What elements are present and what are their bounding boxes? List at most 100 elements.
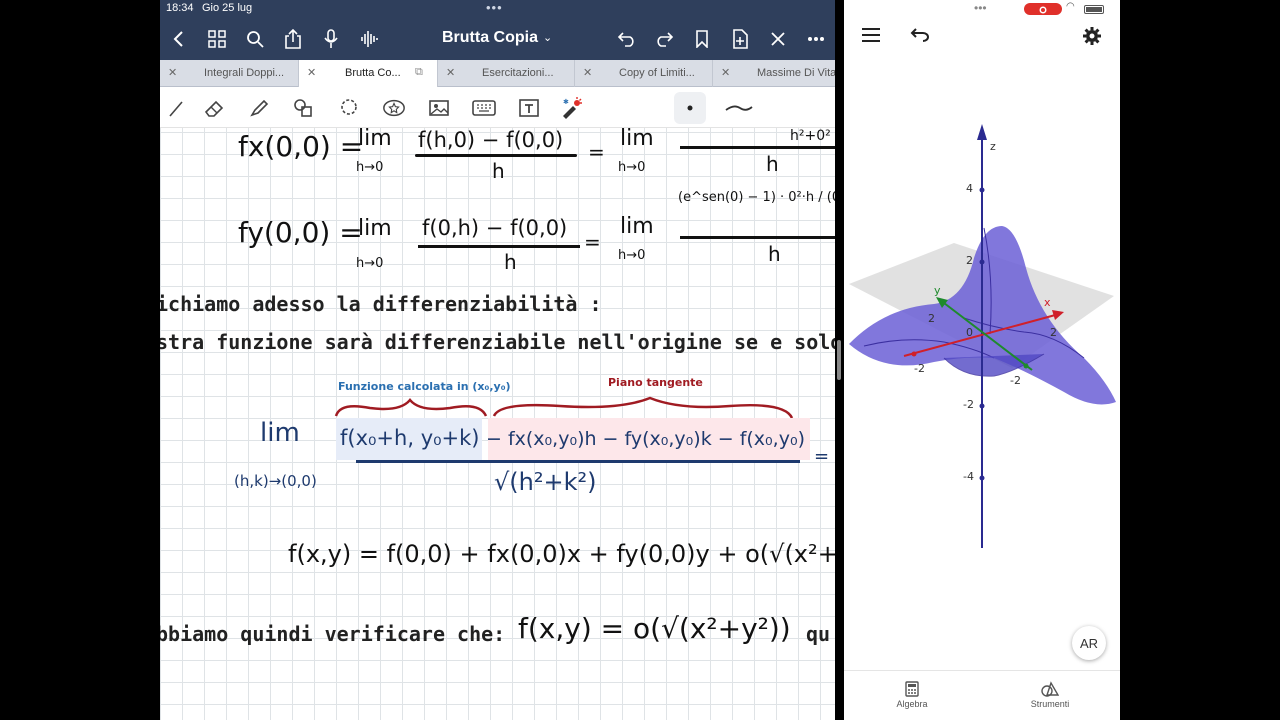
battery-icon <box>1084 5 1104 14</box>
redo-icon[interactable] <box>651 26 677 52</box>
fy-numerator: f(0,h) − f(0,0) <box>422 216 568 240</box>
x-axis-label: x <box>1044 296 1051 309</box>
document-title[interactable]: Brutta Copia <box>442 29 538 47</box>
tab-algebra[interactable]: Algebra <box>862 681 962 709</box>
geogebra-toolbar <box>844 18 1120 58</box>
keyboard-icon[interactable] <box>472 96 496 120</box>
ipad-screen: 18:34 Gio 25 lug ••• Brutta Copia ⌄ ✕ In… <box>160 0 1120 720</box>
fy-lhs: fy(0,0) = <box>238 216 363 249</box>
drawing-toolbar: ✱ <box>160 88 835 128</box>
settings-gear-icon[interactable] <box>1082 26 1102 51</box>
lasso-icon[interactable] <box>337 96 361 120</box>
tab-close-icon[interactable]: ✕ <box>721 66 730 79</box>
fy-fraction-bar-2 <box>680 236 835 239</box>
fx-lim-2-sub: h→0 <box>618 160 646 175</box>
dot-stroke-icon[interactable] <box>674 92 706 124</box>
status-bar: 18:34 Gio 25 lug ••• <box>160 0 835 18</box>
tab-close-icon[interactable]: ✕ <box>168 66 177 79</box>
laser-pointer-icon[interactable]: ✱ <box>560 96 584 120</box>
fy-lim-2: lim <box>620 214 654 239</box>
z-tick-label: 0 <box>966 326 973 339</box>
text-line-differenziabilita: ichiamo adesso la differenziabilità : <box>160 292 602 316</box>
text-box-icon[interactable] <box>517 96 541 120</box>
big-equals-zero: = 0 <box>814 446 835 467</box>
big-fraction-bar <box>356 460 800 463</box>
split-view-handle[interactable] <box>837 340 841 380</box>
highlighter-icon[interactable] <box>247 96 271 120</box>
sticker-icon[interactable] <box>382 96 406 120</box>
fx-numerator: f(h,0) − f(0,0) <box>418 128 564 152</box>
undo-icon[interactable] <box>910 28 930 47</box>
tab-massime-di-vita[interactable]: ✕ Massime Di Vita <box>713 60 835 87</box>
wifi-icon: ◠ <box>1066 1 1075 12</box>
verify-formula: f(x,y) = o(√(x²+y²)) <box>518 612 791 645</box>
multitasking-dots[interactable]: ••• <box>486 0 503 15</box>
y-tick-m2 <box>1023 363 1029 369</box>
eraser-icon[interactable] <box>202 96 226 120</box>
audio-wave-icon[interactable] <box>356 26 382 52</box>
undo-icon[interactable] <box>614 26 640 52</box>
z-tick-label: 2 <box>966 254 973 267</box>
split-view-icon[interactable]: ⧉ <box>415 66 423 79</box>
x-tick-label: 2 <box>1050 326 1057 339</box>
tab-close-icon[interactable]: ✕ <box>446 66 455 79</box>
grid-icon[interactable] <box>204 26 230 52</box>
tab-strumenti[interactable]: Strumenti <box>1000 681 1100 709</box>
document-tabs: ✕ Integrali Doppi... ✕ Brutta Co... ⧉ ✕ … <box>160 60 835 87</box>
fx-equals: = <box>588 140 605 164</box>
back-chevron-icon[interactable] <box>166 26 192 52</box>
geogebra-app: ••• ◠ z x y 4 2 0 -2 -4 2 -2 2 -2 AR Alg… <box>844 0 1120 720</box>
big-denominator: √(h²+k²) <box>494 468 597 496</box>
mic-icon[interactable] <box>318 26 344 52</box>
fx-lim-2: lim <box>620 128 654 151</box>
fy-denominator: h <box>504 250 517 274</box>
fx-denominator: h <box>492 159 505 183</box>
z-axis-label: z <box>990 140 996 153</box>
ar-button[interactable]: AR <box>1072 626 1106 660</box>
tab-brutta-copia[interactable]: ✕ Brutta Co... ⧉ <box>299 60 438 87</box>
multitasking-dots[interactable]: ••• <box>974 1 987 15</box>
tab-copy-of-limiti[interactable]: ✕ Copy of Limiti... <box>575 60 713 87</box>
tab-esercitazioni[interactable]: ✕ Esercitazioni... <box>438 60 575 87</box>
shapes-icon[interactable] <box>292 96 316 120</box>
fy-lim: lim <box>358 216 392 241</box>
z-tick-m2 <box>979 403 985 409</box>
search-icon[interactable] <box>242 26 268 52</box>
z-tick-label: -4 <box>963 470 974 483</box>
numerator-function-term: f(x₀+h, y₀+k) <box>340 426 480 450</box>
fx-lim: lim <box>358 128 392 151</box>
text-line-verificare: bbiamo quindi verificare che: <box>160 622 506 646</box>
tab-label: Copy of Limiti... <box>619 67 695 79</box>
close-icon[interactable] <box>765 26 791 52</box>
chevron-down-icon[interactable]: ⌄ <box>543 31 552 44</box>
x-tick-m2 <box>911 351 917 357</box>
tab-integrali-doppi[interactable]: ✕ Integrali Doppi... <box>160 60 299 87</box>
text-line-condizione: stra funzione sarà differenziabile nell'… <box>160 330 835 354</box>
more-icon[interactable] <box>803 26 829 52</box>
tab-close-icon[interactable]: ✕ <box>583 66 592 79</box>
tools-icon <box>1000 681 1100 699</box>
tab-algebra-label: Algebra <box>896 699 928 709</box>
share-icon[interactable] <box>280 26 306 52</box>
z-axis-arrow <box>977 124 987 140</box>
image-icon[interactable] <box>427 96 451 120</box>
tab-label: Massime Di Vita <box>757 67 835 79</box>
numerator-tangent-plane: − fx(x₀,y₀)h − fy(x₀,y₀)k − f(x₀,y₀) <box>486 428 805 450</box>
fx-lim-sub: h→0 <box>356 160 384 175</box>
screen-recording-indicator <box>1024 3 1062 15</box>
tab-label: Esercitazioni... <box>482 67 554 79</box>
graphics-3d-view[interactable]: z x y 4 2 0 -2 -4 2 -2 2 -2 <box>844 58 1120 670</box>
handwritten-page[interactable]: fx(0,0) = lim h→0 f(h,0) − f(0,0) h = li… <box>160 128 835 720</box>
calculator-icon <box>862 681 962 699</box>
z-tick-label: 4 <box>966 182 973 195</box>
geogebra-bottom-bar: Algebra Strumenti <box>844 670 1120 720</box>
bookmark-icon[interactable] <box>689 26 715 52</box>
tab-close-icon[interactable]: ✕ <box>307 66 316 79</box>
menu-icon[interactable] <box>862 28 880 47</box>
x-tick-label: -2 <box>914 362 925 375</box>
fx-fraction-bar <box>415 154 577 157</box>
status-date: Gio 25 lug <box>202 2 253 14</box>
wave-stroke-icon[interactable] <box>722 96 756 120</box>
add-page-icon[interactable] <box>727 26 753 52</box>
pen-icon[interactable] <box>164 96 188 120</box>
